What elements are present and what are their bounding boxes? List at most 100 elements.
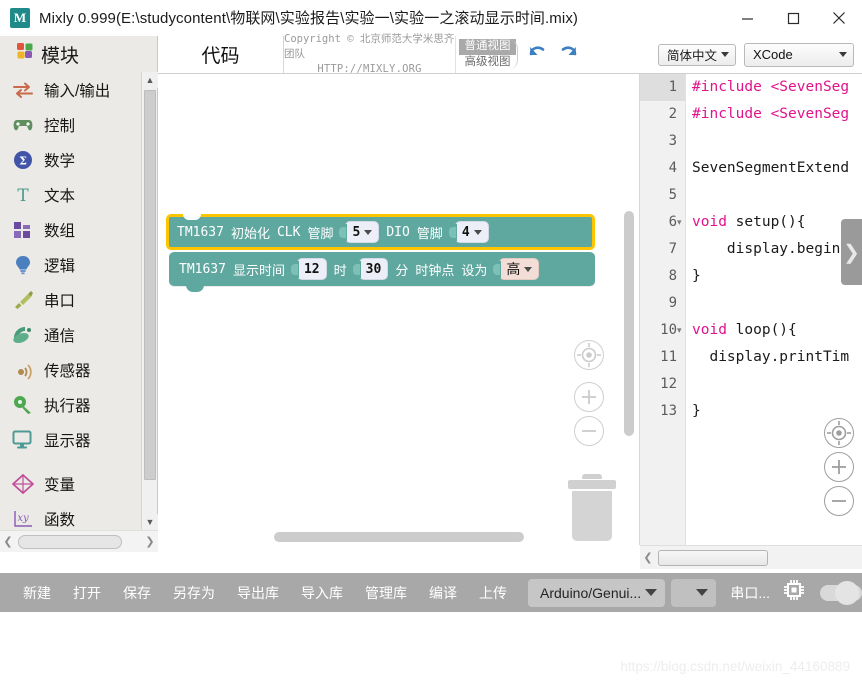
module-sidebar: 模块 输入/输出 控制 Σ 数学 T 文本 数组 逻辑 串口 通信 传感器 执行… xyxy=(0,36,158,552)
language-select[interactable]: 简体中文 xyxy=(657,43,736,66)
new-button[interactable]: 新建 xyxy=(12,583,62,603)
workspace-toolbar: 代码 Copyright © 北京师范大学米思齐团队 HTTP://MIXLY.… xyxy=(158,33,862,75)
editor-horizontal-scrollbar[interactable]: ❮ xyxy=(640,545,862,569)
zoom-out-icon xyxy=(574,416,604,446)
sidebar-item-control[interactable]: 控制 xyxy=(0,107,142,142)
blockly-workspace[interactable]: TM1637 初始化 CLK 管脚 5 DIO 管脚 4 TM1637 显示时间… xyxy=(158,74,640,552)
serial-monitor-button[interactable]: 串口... xyxy=(730,583,770,603)
sidebar-item-io[interactable]: 输入/输出 xyxy=(0,72,142,107)
undo-arrow-icon[interactable] xyxy=(527,43,548,67)
scroll-right-arrow-icon[interactable]: ❯ xyxy=(142,535,158,548)
sidebar-horizontal-scrollbar[interactable]: ❮ ❯ xyxy=(0,530,158,552)
scrollbar-thumb[interactable] xyxy=(18,534,122,549)
block-tm1637-init[interactable]: TM1637 初始化 CLK 管脚 5 DIO 管脚 4 xyxy=(166,214,595,250)
window-controls xyxy=(724,0,862,36)
field-clk-pin[interactable]: 5 xyxy=(345,221,380,243)
sidebar-item-communication[interactable]: 通信 xyxy=(0,317,142,352)
code-keyword: void xyxy=(692,214,727,230)
toggle-knob xyxy=(835,580,860,605)
sidebar-item-logic[interactable]: 逻辑 xyxy=(0,247,142,282)
sidebar-item-serial[interactable]: 串口 xyxy=(0,282,142,317)
board-select[interactable]: Arduino/Genui... xyxy=(528,578,666,607)
field-hours[interactable]: 12 xyxy=(296,258,327,280)
sidebar-item-text[interactable]: T 文本 xyxy=(0,177,142,212)
sidebar-item-label: 函数 xyxy=(44,511,76,529)
save-button[interactable]: 保存 xyxy=(112,583,162,603)
workspace-zoom-in-button[interactable] xyxy=(574,382,604,412)
editor-zoom-out-button[interactable] xyxy=(824,486,854,516)
field-dio-pin[interactable]: 4 xyxy=(454,221,489,243)
sidebar-item-variables[interactable]: 变量 xyxy=(0,466,142,501)
chip-icon[interactable] xyxy=(782,578,806,607)
block-socket xyxy=(493,260,502,278)
view-normal-option[interactable]: 普通视图 xyxy=(459,38,516,55)
sidebar-item-label: 数组 xyxy=(44,222,76,240)
field-minutes[interactable]: 30 xyxy=(358,258,389,280)
minimize-button[interactable] xyxy=(724,0,770,36)
port-select[interactable] xyxy=(671,578,717,607)
scrollbar-thumb[interactable] xyxy=(144,90,156,480)
line-number: 3 xyxy=(668,133,677,149)
window-title: Mixly 0.999(E:\studycontent\物联网\实验报告\实验一… xyxy=(39,10,579,27)
zoom-out-icon xyxy=(824,486,854,516)
sidebar-vertical-scrollbar[interactable]: ▲ ▼ xyxy=(141,72,158,530)
fold-toggle-icon[interactable]: ▾ xyxy=(677,209,685,236)
sidebar-item-functions[interactable]: xy 函数 xyxy=(0,501,142,530)
code-editor[interactable]: 1 2 3 4 5 6 7 8 9 10 11 12 13 ▾ ▾ #inclu… xyxy=(640,74,862,552)
upload-button[interactable]: 上传 xyxy=(468,583,518,603)
code-line: void setup(){ xyxy=(686,209,862,236)
code-text: display.begin( xyxy=(692,241,850,257)
sidebar-item-array[interactable]: 数组 xyxy=(0,212,142,247)
line-number: 2 xyxy=(668,106,677,122)
copyright-notice: Copyright © 北京师范大学米思齐团队 HTTP://MIXLY.ORG xyxy=(284,33,456,75)
block-stack[interactable]: TM1637 初始化 CLK 管脚 5 DIO 管脚 4 TM1637 显示时间… xyxy=(166,214,595,292)
field-colon-state[interactable]: 高 xyxy=(499,258,540,280)
compile-button[interactable]: 编译 xyxy=(418,583,468,603)
modules-puzzle-icon xyxy=(16,42,35,66)
workspace-center-button[interactable] xyxy=(574,340,604,370)
scroll-left-arrow-icon[interactable]: ❮ xyxy=(640,551,656,564)
fold-toggle-icon[interactable]: ▾ xyxy=(677,317,685,344)
scroll-left-arrow-icon[interactable]: ❮ xyxy=(0,535,16,548)
trash-can-icon[interactable] xyxy=(568,474,616,541)
serial-plug-icon xyxy=(10,288,36,312)
code-keyword: void xyxy=(692,322,727,338)
workspace-vertical-scrollbar[interactable] xyxy=(624,211,634,436)
tab-code[interactable]: 代码 xyxy=(158,36,284,73)
maximize-button[interactable] xyxy=(770,0,816,36)
block-notch xyxy=(186,285,204,292)
workspace-zoom-out-button[interactable] xyxy=(574,416,604,446)
sidebar-item-display[interactable]: 显示器 xyxy=(0,422,142,457)
sidebar-item-sensor[interactable]: 传感器 xyxy=(0,352,142,387)
block-text: 管脚 xyxy=(307,226,334,242)
editor-zoom-in-button[interactable] xyxy=(824,452,854,482)
view-switcher: 普通视图 高级视图 xyxy=(456,36,518,73)
sidebar-item-label: 文本 xyxy=(44,187,76,205)
panel-expand-handle[interactable]: ❯ xyxy=(841,219,862,285)
line-number: 9 xyxy=(668,295,677,311)
sidebar-item-actuator[interactable]: 执行器 xyxy=(0,387,142,422)
editor-center-button[interactable] xyxy=(824,418,854,448)
view-advanced-option[interactable]: 高级视图 xyxy=(459,55,516,71)
sidebar-item-math[interactable]: Σ 数学 xyxy=(0,142,142,177)
scroll-down-arrow-icon[interactable]: ▼ xyxy=(142,514,158,530)
block-text: 时钟点 xyxy=(415,263,455,279)
open-button[interactable]: 打开 xyxy=(62,583,112,603)
block-tm1637-showtime[interactable]: TM1637 显示时间 12 时 30 分 时钟点 设为 高 xyxy=(169,252,595,292)
close-button[interactable] xyxy=(816,0,862,36)
toggle-switch-icon[interactable] xyxy=(820,580,862,605)
import-library-button[interactable]: 导入库 xyxy=(290,583,354,603)
scrollbar-thumb[interactable] xyxy=(658,549,768,566)
scrollbar-track[interactable] xyxy=(16,534,142,549)
redo-arrow-icon[interactable] xyxy=(558,43,579,67)
save-as-button[interactable]: 另存为 xyxy=(162,583,226,603)
export-library-button[interactable]: 导出库 xyxy=(226,583,290,603)
svg-text:Σ: Σ xyxy=(19,154,27,167)
code-line: display.printTim xyxy=(686,344,862,371)
code-mode-select[interactable]: XCode xyxy=(744,42,854,67)
workspace-horizontal-scrollbar[interactable] xyxy=(274,532,524,542)
manage-library-button[interactable]: 管理库 xyxy=(354,583,418,603)
scroll-up-arrow-icon[interactable]: ▲ xyxy=(142,72,158,88)
